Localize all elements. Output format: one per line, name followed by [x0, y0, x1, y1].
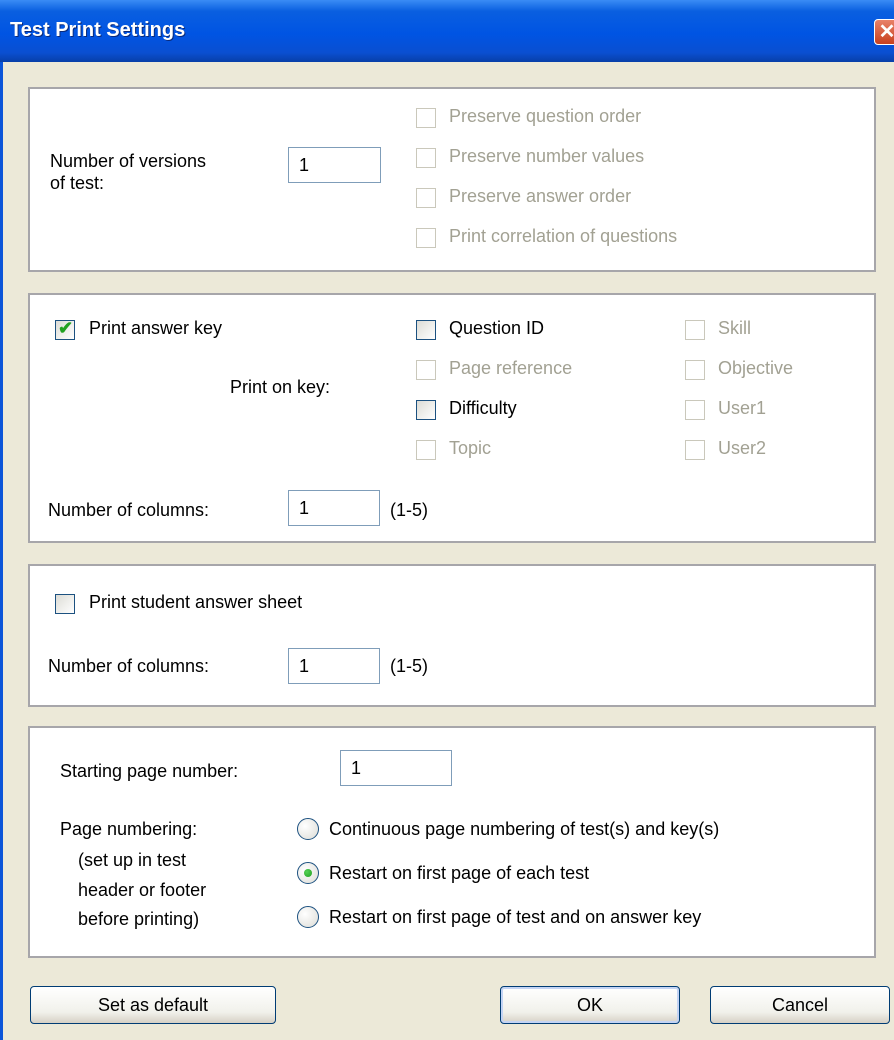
restart-each-test-radio[interactable]: [297, 862, 319, 884]
restart-test-and-key-radio[interactable]: [297, 906, 319, 928]
page-numbering-note-line1: (set up in test: [78, 850, 187, 870]
user2-checkbox[interactable]: [685, 440, 705, 460]
print-on-key-label: Print on key:: [230, 377, 331, 397]
user2-label: User2: [718, 438, 767, 458]
versions-panel: Number of versions of test: 1 Preserve q…: [28, 87, 876, 272]
page-numbering-note-line3: before printing): [78, 909, 200, 929]
topic-label: Topic: [449, 438, 492, 458]
window-border: [0, 62, 3, 1040]
radio-selected-dot: [304, 869, 312, 877]
preserve-answer-order-checkbox[interactable]: [416, 188, 436, 208]
restart-test-and-key-label: Restart on first page of test and on ans…: [329, 907, 702, 927]
question-id-checkbox[interactable]: [416, 320, 436, 340]
page-reference-checkbox[interactable]: [416, 360, 436, 380]
topic-checkbox[interactable]: [416, 440, 436, 460]
starting-page-input[interactable]: 1: [340, 750, 452, 786]
preserve-question-order-checkbox[interactable]: [416, 108, 436, 128]
preserve-number-values-label: Preserve number values: [449, 146, 645, 166]
versions-input[interactable]: 1: [288, 147, 381, 183]
question-id-label: Question ID: [449, 318, 545, 338]
continuous-numbering-label: Continuous page numbering of test(s) and…: [329, 819, 720, 839]
starting-page-label: Starting page number:: [60, 761, 239, 781]
cancel-button[interactable]: Cancel: [710, 986, 890, 1024]
objective-label: Objective: [718, 358, 794, 378]
page-numbering-panel: Starting page number: 1 Page numbering: …: [28, 726, 876, 958]
page-numbering-label: Page numbering:: [60, 819, 198, 839]
dialog-window: Test Print Settings ✕ Number of versions…: [0, 0, 894, 1040]
preserve-number-values-checkbox[interactable]: [416, 148, 436, 168]
versions-label-line1: Number of versions: [50, 151, 207, 171]
page-numbering-note-line2: header or footer: [78, 880, 207, 900]
ok-button[interactable]: OK: [500, 986, 680, 1024]
preserve-answer-order-label: Preserve answer order: [449, 186, 632, 206]
skill-checkbox[interactable]: [685, 320, 705, 340]
restart-each-test-label: Restart on first page of each test: [329, 863, 590, 883]
answer-key-panel: ✔ Print answer key Print on key: Questio…: [28, 293, 876, 543]
key-columns-range: (1-5): [390, 500, 429, 520]
checkmark-icon: ✔: [58, 318, 74, 338]
user1-checkbox[interactable]: [685, 400, 705, 420]
student-columns-label: Number of columns:: [48, 656, 210, 676]
window-title: Test Print Settings: [10, 19, 186, 41]
student-sheet-panel: Print student answer sheet Number of col…: [28, 564, 876, 707]
objective-checkbox[interactable]: [685, 360, 705, 380]
preserve-question-order-label: Preserve question order: [449, 106, 642, 126]
key-columns-label: Number of columns:: [48, 500, 210, 520]
key-columns-input[interactable]: 1: [288, 490, 380, 526]
versions-label-line2: of test:: [50, 173, 105, 193]
close-icon[interactable]: ✕: [874, 19, 894, 45]
print-student-sheet-checkbox[interactable]: [55, 594, 75, 614]
difficulty-label: Difficulty: [449, 398, 517, 418]
student-columns-range: (1-5): [390, 656, 429, 676]
print-answer-key-label: Print answer key: [89, 318, 223, 338]
print-correlation-checkbox[interactable]: [416, 228, 436, 248]
student-columns-input[interactable]: 1: [288, 648, 380, 684]
page-reference-label: Page reference: [449, 358, 573, 378]
difficulty-checkbox[interactable]: [416, 400, 436, 420]
title-bar[interactable]: Test Print Settings ✕: [0, 0, 894, 62]
print-correlation-label: Print correlation of questions: [449, 226, 678, 246]
skill-label: Skill: [718, 318, 752, 338]
set-as-default-button[interactable]: Set as default: [30, 986, 276, 1024]
print-answer-key-checkbox[interactable]: ✔: [55, 318, 75, 340]
continuous-numbering-radio[interactable]: [297, 818, 319, 840]
print-student-sheet-label: Print student answer sheet: [89, 592, 303, 612]
user1-label: User1: [718, 398, 767, 418]
